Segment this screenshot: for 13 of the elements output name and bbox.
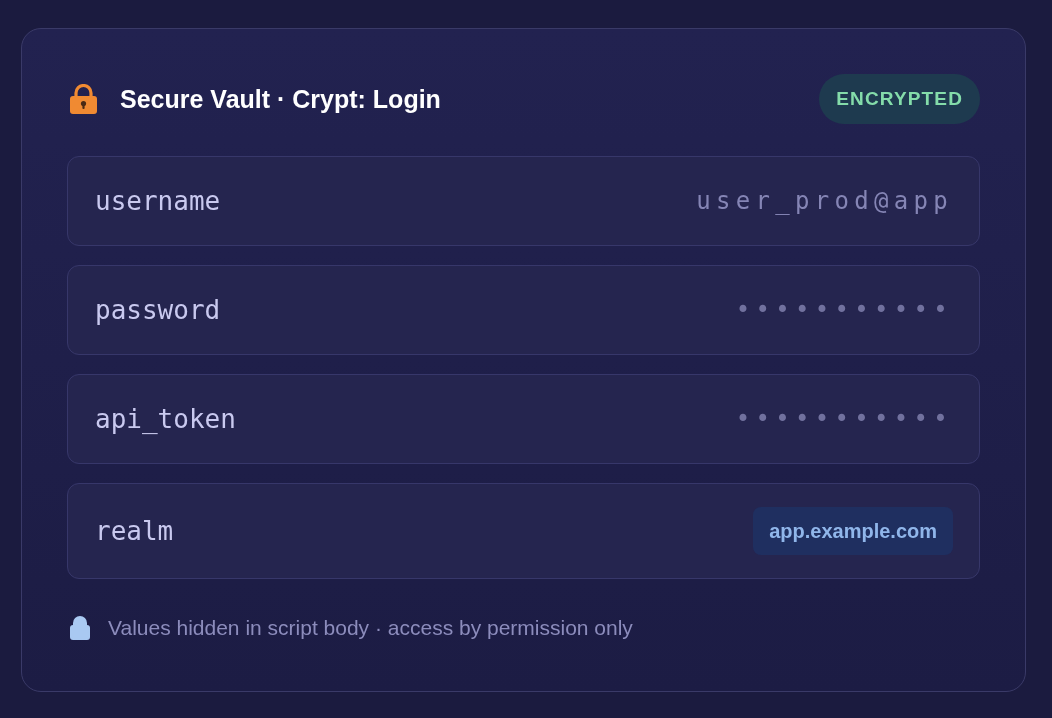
masked-value: ••••••••••• <box>735 298 953 322</box>
masked-value: ••••••••••• <box>735 407 953 431</box>
field-label: realm <box>95 518 174 544</box>
field-label: username <box>95 188 221 214</box>
lock-icon <box>70 614 90 640</box>
field-label: api_token <box>95 406 236 432</box>
footer-note: Values hidden in script body · access by permission only <box>108 616 633 638</box>
field-label: password <box>95 297 221 323</box>
realm-tag: app.example.com <box>753 507 953 555</box>
field-value: user_prod@app <box>696 189 953 213</box>
status-badge: ENCRYPTED <box>819 74 980 124</box>
card-title: Secure Vault · Crypt: Login <box>120 86 441 112</box>
lock-icon <box>70 84 97 114</box>
